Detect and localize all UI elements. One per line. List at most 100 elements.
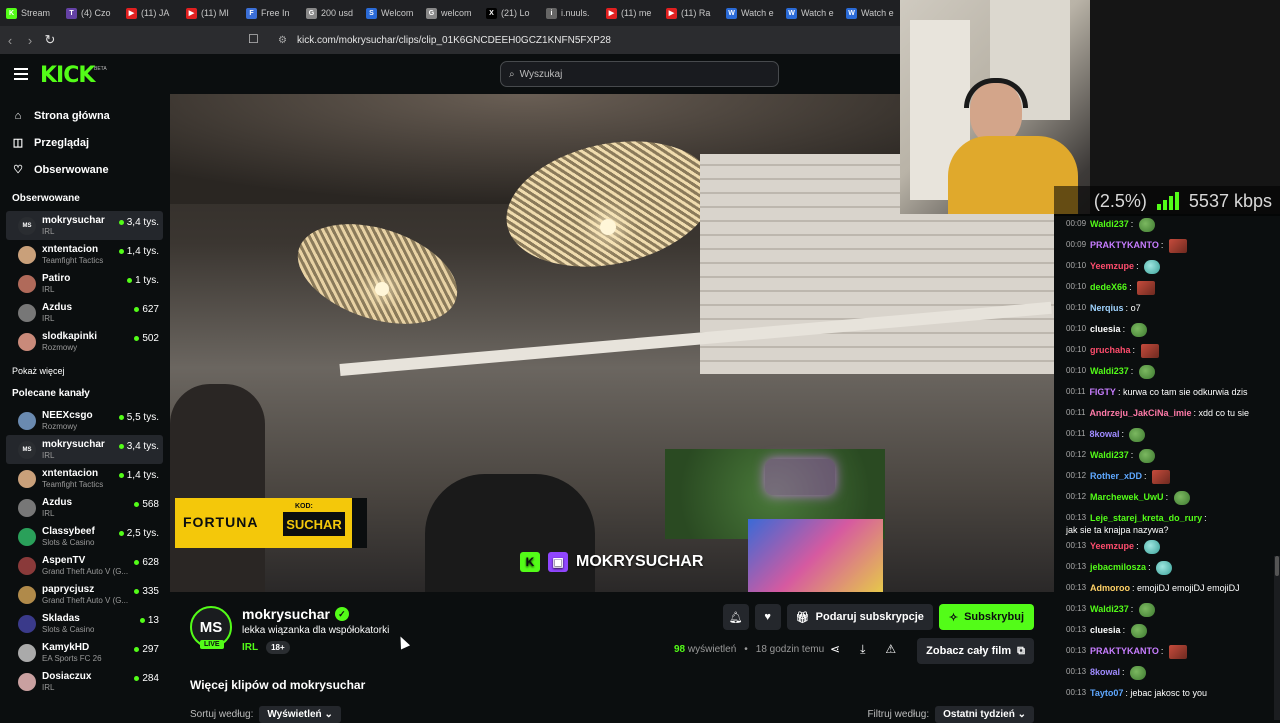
chat-username[interactable]: Waldi237 [1090, 218, 1129, 230]
chat-username[interactable]: cluesia [1090, 323, 1121, 335]
site-info-icon[interactable]: ⚙ [278, 35, 287, 46]
notification-bell-button[interactable]: 🔔︎ [722, 604, 749, 630]
sidebar-channel-item[interactable]: NEEXcsgo Rozmowy 5,5 tys. [6, 406, 163, 435]
more-clips-title: Więcej klipów od mokrysuchar [190, 678, 366, 692]
chat-username[interactable]: dedeX66 [1090, 281, 1127, 293]
chat-username[interactable]: Waldi237 [1090, 603, 1129, 615]
sort-label: Sortuj według: [190, 709, 254, 720]
filter-dropdown[interactable]: Ostatni tydzień ⌄ [935, 706, 1034, 723]
channel-avatar [18, 245, 36, 264]
show-more-link[interactable]: Pokaż więcej [0, 360, 170, 382]
viewer-count: 284 [142, 673, 159, 684]
painting [748, 519, 883, 592]
webcam-overlay [900, 0, 1280, 214]
chat-username[interactable]: Nerqius [1090, 302, 1124, 314]
browser-address-bar: ‹ › ↻ ☐ ⚙ kick.com/mokrysuchar/clips/cli… [0, 26, 900, 54]
nav-label: Przeglądaj [34, 136, 90, 149]
streamer-name[interactable]: mokrysuchar ✓ [242, 606, 349, 622]
sidebar-channel-item[interactable]: Classybeef Slots & Casino 2,5 tys. [6, 522, 163, 551]
chat-username[interactable]: Leje_starej_kreta_do_rury [1090, 512, 1202, 524]
nav-item[interactable]: ◫ Przeglądaj [12, 129, 170, 156]
download-icon[interactable]: ⤓ [860, 642, 865, 657]
forward-icon[interactable]: › [20, 33, 40, 48]
kick-logo[interactable]: KICK [40, 63, 95, 88]
filter-label: Filtruj według: [867, 709, 930, 720]
chat-username[interactable]: Rother_xDD [1090, 470, 1142, 482]
chat-username[interactable]: Andrzeju_JakCiNa_imie [1089, 407, 1191, 419]
browser-tab[interactable]: G 200 usd [300, 0, 360, 26]
sidebar-channel-item[interactable]: MS mokrysuchar IRL 3,4 tys. [6, 211, 163, 240]
chat-username[interactable]: Waldi237 [1090, 449, 1129, 461]
browser-tab[interactable]: W Watch e [720, 0, 780, 26]
chat-username[interactable]: 8kowal [1089, 428, 1119, 440]
url-field[interactable]: ⚙ kick.com/mokrysuchar/clips/clip_01K6GN… [270, 30, 898, 50]
back-icon[interactable]: ‹ [0, 33, 20, 48]
channel-name: Azdus [42, 496, 72, 508]
browser-tab[interactable]: ▶ (11) JA [120, 0, 180, 26]
browser-tab[interactable]: i i.nuuls. [540, 0, 600, 26]
report-icon[interactable]: ⚠ [885, 642, 896, 657]
subscribe-button[interactable]: ✧ Subskrybuj [938, 604, 1034, 630]
sidebar-channel-item[interactable]: paprycjusz Grand Theft Auto V (G... 335 [6, 580, 163, 609]
chat-timestamp: 00:13 [1066, 541, 1087, 550]
chat-timestamp: 00:13 [1066, 625, 1087, 634]
browser-tab[interactable]: F Free In [240, 0, 300, 26]
chat-username[interactable]: jebacmilosza [1090, 561, 1146, 573]
browser-tab[interactable]: ▶ (11) me [600, 0, 660, 26]
sidebar-channel-item[interactable]: Azdus IRL 568 [6, 493, 163, 522]
chat-username[interactable]: Yeemzupe [1090, 260, 1134, 272]
chat-username[interactable]: Tayto07 [1090, 687, 1123, 699]
sidebar-channel-item[interactable]: slodkapinki Rozmowy 502 [6, 327, 163, 356]
browser-tab[interactable]: ▶ (11) MI [180, 0, 240, 26]
follow-heart-button[interactable]: ♥ [754, 604, 781, 630]
sidebar-channel-item[interactable]: MS mokrysuchar IRL 3,4 tys. [6, 435, 163, 464]
streamer-name-text[interactable]: mokrysuchar [242, 606, 330, 622]
chat-scrollbar[interactable] [1274, 556, 1280, 720]
nav-item[interactable]: ⌂ Strona główna [12, 102, 170, 129]
channel-category: Teamfight Tactics [42, 255, 104, 265]
chat-username[interactable]: Waldi237 [1090, 365, 1129, 377]
bookmark-icon[interactable]: ☐ [248, 32, 259, 46]
browser-tab[interactable]: Gwelcom [420, 0, 480, 26]
watch-full-video-button[interactable]: Zobacz cały film ⧉ [917, 638, 1034, 664]
chat-username[interactable]: Marchewek_UwU [1090, 491, 1164, 503]
chat-username[interactable]: gruchaha [1090, 344, 1131, 356]
sidebar-channel-item[interactable]: xntentacion Teamfight Tactics 1,4 tys. [6, 240, 163, 269]
browser-tab[interactable]: K Stream [0, 0, 60, 26]
channel-viewers: 2,5 tys. [118, 528, 159, 539]
share-icon[interactable]: ⋖ [830, 642, 840, 657]
browser-tab[interactable]: ▶ (11) Ra [660, 0, 720, 26]
chat-username[interactable]: cluesia [1090, 624, 1121, 636]
channel-viewers: 335 [134, 586, 159, 597]
sidebar-channel-item[interactable]: AspenTV Grand Theft Auto V (G... 628 [6, 551, 163, 580]
browser-tab[interactable]: S Welcom [360, 0, 420, 26]
sidebar-channel-item[interactable]: Azdus IRL 627 [6, 298, 163, 327]
chat-message: 00:10 dedeX66: [1054, 279, 1280, 300]
subscribe-label: Subskrybuj [964, 611, 1024, 623]
sidebar-channel-item[interactable]: KamykHD EA Sports FC 26 297 [6, 638, 163, 667]
chat-username[interactable]: 8kowal [1090, 666, 1120, 678]
nav-icon: ◫ [12, 137, 24, 149]
chat-username[interactable]: Admoroo [1090, 582, 1130, 594]
sort-dropdown[interactable]: Wyświetleń ⌄ [259, 706, 341, 723]
category-link[interactable]: IRL [242, 642, 258, 653]
browser-tab[interactable]: X (21) Lo [480, 0, 540, 26]
browser-tab[interactable]: T (4) Czo [60, 0, 120, 26]
reload-icon[interactable]: ↻ [40, 32, 60, 48]
sidebar-channel-item[interactable]: Dosiaczux IRL 284 [6, 667, 163, 696]
browser-tab[interactable]: W Watch e [840, 0, 900, 26]
sidebar-channel-item[interactable]: xntentacion Teamfight Tactics 1,4 tys. [6, 464, 163, 493]
sidebar-channel-item[interactable]: Patiro IRL 1 tys. [6, 269, 163, 298]
chat-username[interactable]: FIGTY [1089, 386, 1116, 398]
browser-tab[interactable]: W Watch e [780, 0, 840, 26]
hamburger-menu-icon[interactable] [14, 68, 28, 80]
nav-item[interactable]: ♡ Obserwowane [12, 156, 170, 183]
chat-username[interactable]: PRAKTYKANTO [1090, 645, 1159, 657]
sidebar-channel-item[interactable]: Skladas Slots & Casino 13 [6, 609, 163, 638]
search-input[interactable]: ⌕ Wyszukaj [500, 61, 779, 87]
chat-emote-icon [1152, 470, 1171, 484]
chat-timestamp: 00:12 [1066, 450, 1087, 459]
chat-username[interactable]: PRAKTYKANTO [1090, 239, 1159, 251]
gift-subs-button[interactable]: 🎁︎ Podaruj subskrypcje [786, 604, 933, 630]
chat-username[interactable]: Yeemzupe [1090, 540, 1134, 552]
